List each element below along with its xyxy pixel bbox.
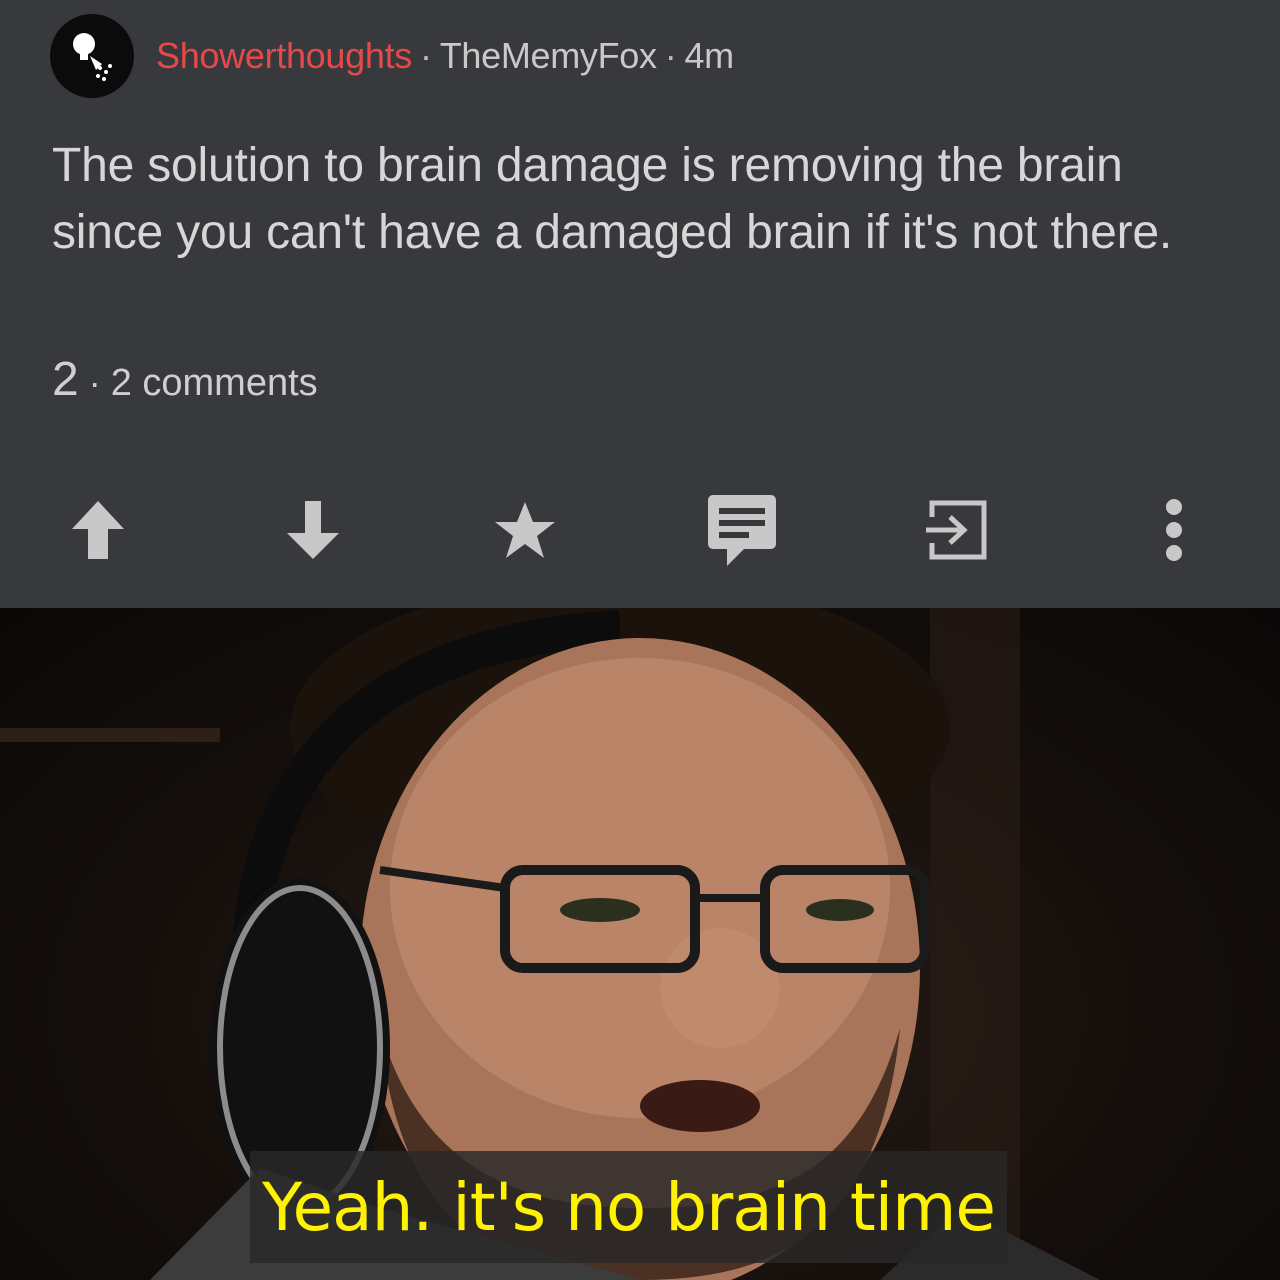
reddit-post-card: Showerthoughts · TheMemyFox · 4m The solutio… (0, 0, 1280, 608)
star-icon (495, 502, 555, 558)
post-header: Showerthoughts · TheMemyFox · 4m (50, 14, 734, 98)
meta-separator: · (419, 35, 432, 76)
downvote-button[interactable] (273, 490, 353, 570)
post-age: 4m (684, 35, 734, 76)
author-link[interactable]: TheMemyFox (440, 35, 657, 76)
meta-separator: · (664, 35, 677, 76)
comment-icon (708, 495, 776, 566)
post-stats: 2 · 2 comments (52, 352, 318, 407)
stats-separator: · (88, 362, 101, 403)
video-frame: Yeah. it's no brain time (0, 608, 1280, 1280)
comments-button[interactable] (702, 490, 782, 570)
arrow-down-icon (287, 501, 339, 559)
subreddit-link[interactable]: Showerthoughts (156, 35, 412, 76)
more-options-button[interactable] (1134, 490, 1214, 570)
post-score: 2 (52, 353, 79, 406)
comments-count[interactable]: 2 comments (111, 362, 318, 405)
share-exit-icon (926, 500, 987, 560)
subtitle-text: Yeah. it's no brain time (261, 1168, 996, 1246)
post-title[interactable]: The solution to brain damage is removing… (52, 132, 1232, 266)
save-button[interactable] (485, 490, 565, 570)
more-vertical-icon (1166, 499, 1182, 561)
post-meta: Showerthoughts · TheMemyFox · 4m (156, 35, 734, 77)
upvote-button[interactable] (58, 490, 138, 570)
share-button[interactable] (917, 490, 997, 570)
action-bar (0, 490, 1280, 570)
shower-lightbulb-icon[interactable] (50, 14, 134, 98)
subtitle-caption: Yeah. it's no brain time (250, 1151, 1007, 1263)
arrow-up-icon (72, 501, 124, 559)
